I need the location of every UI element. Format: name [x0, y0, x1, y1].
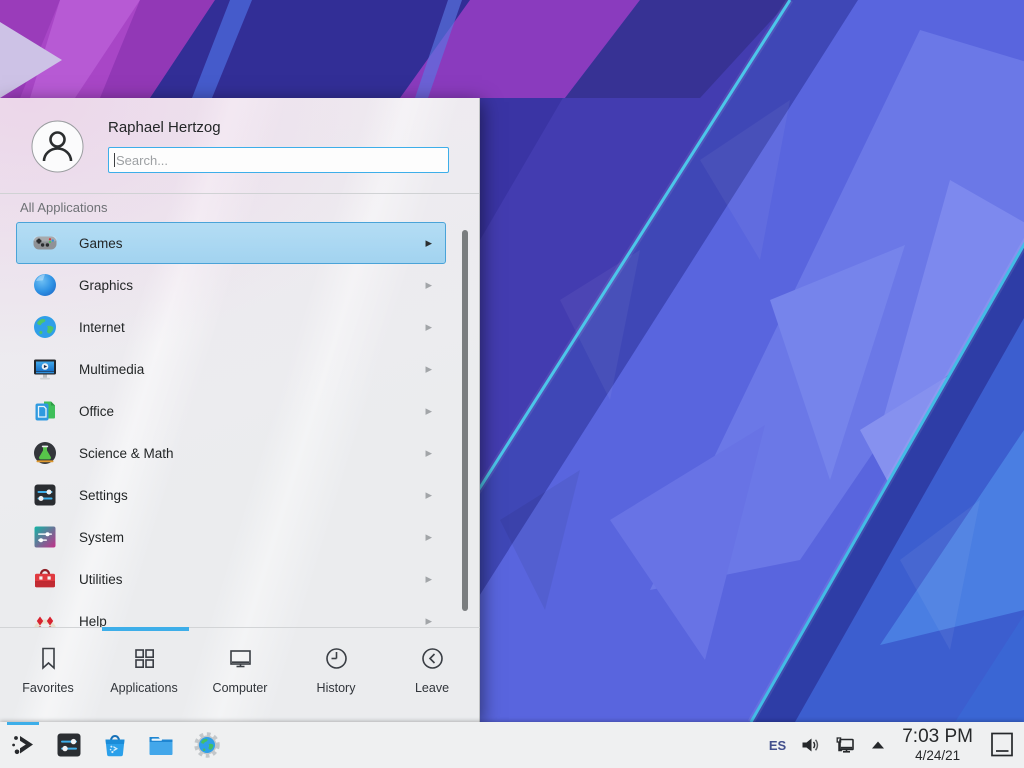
folder-icon	[146, 730, 176, 760]
media-screen-icon	[31, 355, 59, 383]
sliders-icon	[31, 481, 59, 509]
search-input[interactable]	[108, 147, 449, 173]
section-label: All Applications	[20, 200, 107, 215]
taskbar-launcher-button[interactable]	[7, 725, 39, 765]
category-label: Graphics	[79, 278, 133, 293]
category-label: Utilities	[79, 572, 123, 587]
category-label: Help	[79, 614, 107, 628]
category-utilities[interactable]: Utilities	[16, 558, 446, 600]
category-multimedia[interactable]: Multimedia	[16, 348, 446, 390]
category-label: Science & Math	[79, 446, 174, 461]
submenu-arrow-icon	[425, 487, 432, 503]
category-graphics[interactable]: Graphics	[16, 264, 446, 306]
launcher-header: Raphael Hertzog	[0, 98, 479, 194]
tab-label: History	[317, 681, 356, 695]
tab-history[interactable]: History	[288, 628, 384, 723]
category-games[interactable]: Games	[16, 222, 446, 264]
submenu-arrow-icon	[425, 319, 432, 335]
submenu-arrow-icon	[425, 613, 432, 627]
tab-label: Favorites	[22, 681, 73, 695]
submenu-arrow-icon	[425, 571, 432, 587]
system-tray: ES	[769, 727, 1024, 763]
keyboard-layout-indicator[interactable]: ES	[769, 738, 786, 753]
taskbar-file-manager-button[interactable]	[145, 725, 177, 765]
taskbar-system-settings-button[interactable]	[53, 725, 85, 765]
digital-clock[interactable]: 7:03 PM 4/24/21	[902, 727, 973, 763]
taskbar-discover-button[interactable]	[99, 725, 131, 765]
active-tab-indicator	[102, 627, 189, 631]
tab-leave[interactable]: Leave	[384, 628, 480, 723]
expand-tray-icon[interactable]	[869, 736, 887, 754]
taskbar-panel: ES	[0, 722, 1024, 768]
desktop: Raphael Hertzog All Applications	[0, 0, 1024, 768]
clock-time: 7:03 PM	[902, 727, 973, 746]
category-internet[interactable]: Internet	[16, 306, 446, 348]
category-label: System	[79, 530, 124, 545]
application-launcher-popup: Raphael Hertzog All Applications	[0, 98, 480, 722]
category-label: Internet	[79, 320, 125, 335]
text-caret	[114, 153, 115, 167]
discover-bag-icon	[100, 730, 130, 760]
tab-label: Leave	[415, 681, 449, 695]
network-icon[interactable]	[834, 734, 856, 756]
category-label: Office	[79, 404, 114, 419]
show-desktop-icon[interactable]	[988, 730, 1016, 760]
leave-circle-icon	[419, 645, 446, 672]
category-science-math[interactable]: Science & Math	[16, 432, 446, 474]
user-name: Raphael Hertzog	[108, 119, 221, 136]
volume-icon[interactable]	[799, 734, 821, 756]
toolbox-icon	[31, 565, 59, 593]
monitor-icon	[227, 645, 254, 672]
tab-computer[interactable]: Computer	[192, 628, 288, 723]
gamepad-icon	[31, 229, 59, 257]
sphere-icon	[31, 271, 59, 299]
kde-launcher-icon	[8, 730, 38, 760]
tab-label: Computer	[213, 681, 268, 695]
user-avatar-icon	[31, 120, 84, 173]
settings-sliders-icon	[54, 730, 84, 760]
submenu-arrow-icon	[425, 445, 432, 461]
active-task-indicator	[7, 722, 39, 725]
submenu-arrow-icon	[425, 403, 432, 419]
system-sliders-icon	[31, 523, 59, 551]
clock-icon	[323, 645, 350, 672]
category-help[interactable]: Help	[16, 600, 446, 627]
category-list: Games Graphics	[0, 222, 480, 627]
category-label: Games	[79, 236, 123, 251]
documents-icon	[31, 397, 59, 425]
category-system[interactable]: System	[16, 516, 446, 558]
category-settings[interactable]: Settings	[16, 474, 446, 516]
list-scrollbar[interactable]	[462, 230, 468, 611]
bookmark-icon	[35, 645, 62, 672]
taskbar-web-browser-button[interactable]	[191, 725, 223, 765]
submenu-arrow-icon	[425, 235, 432, 251]
lifebuoy-icon	[31, 607, 59, 627]
tab-applications[interactable]: Applications	[96, 628, 192, 723]
globe-icon	[31, 313, 59, 341]
flask-icon	[31, 439, 59, 467]
submenu-arrow-icon	[425, 277, 432, 293]
grid-icon	[131, 645, 158, 672]
tab-label: Applications	[110, 681, 177, 695]
category-office[interactable]: Office	[16, 390, 446, 432]
launcher-tab-bar: Favorites Applications	[0, 627, 480, 723]
submenu-arrow-icon	[425, 529, 432, 545]
clock-date: 4/24/21	[902, 749, 973, 763]
submenu-arrow-icon	[425, 361, 432, 377]
category-label: Settings	[79, 488, 128, 503]
category-label: Multimedia	[79, 362, 144, 377]
tab-favorites[interactable]: Favorites	[0, 628, 96, 723]
globe-gear-icon	[192, 730, 222, 760]
